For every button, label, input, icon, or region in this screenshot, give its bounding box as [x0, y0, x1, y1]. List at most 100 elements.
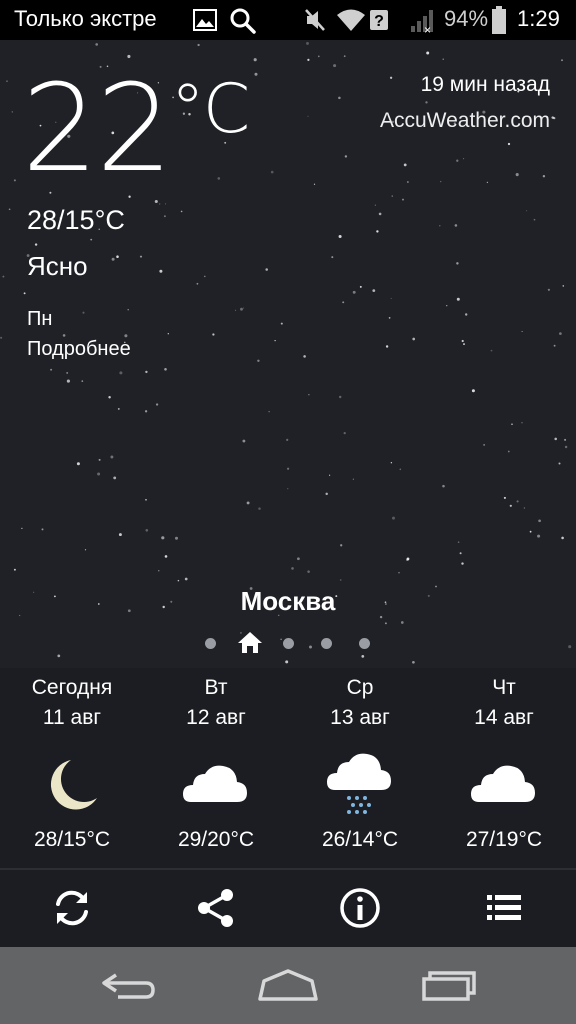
star	[6, 80, 8, 82]
weather-main[interactable]: 22°C 28/15°C Ясно Пн Подробнее 19 мин на…	[0, 40, 576, 668]
svg-text:×: ×	[424, 23, 431, 35]
star	[403, 163, 407, 167]
star	[352, 290, 356, 294]
star	[81, 380, 84, 382]
star	[359, 285, 362, 288]
star	[84, 549, 87, 551]
svg-text:?: ?	[374, 13, 384, 30]
info-icon[interactable]	[338, 886, 382, 930]
star	[285, 660, 289, 664]
star	[442, 58, 444, 60]
star	[139, 255, 143, 258]
page-indicator[interactable]	[0, 630, 576, 654]
source-link[interactable]: AccuWeather.com	[380, 109, 550, 133]
star	[286, 438, 289, 442]
star	[533, 218, 536, 221]
star	[95, 43, 99, 46]
image-icon	[193, 9, 217, 31]
home-icon[interactable]	[236, 630, 264, 654]
star	[542, 175, 546, 178]
star	[425, 101, 428, 104]
star	[561, 59, 563, 62]
star	[559, 332, 562, 335]
star	[291, 567, 294, 570]
page-dot[interactable]	[359, 638, 370, 649]
refresh-icon[interactable]	[50, 886, 94, 930]
star	[390, 462, 393, 464]
clock: 1:29	[517, 6, 560, 31]
star	[378, 212, 382, 216]
system-navigation-bar	[0, 947, 576, 1024]
star	[155, 403, 159, 406]
star	[287, 467, 290, 470]
star	[457, 541, 460, 543]
star	[490, 349, 493, 352]
star	[113, 476, 117, 480]
home-nav-icon[interactable]	[256, 967, 320, 1005]
details-link[interactable]: Подробнее	[27, 338, 131, 361]
star	[110, 455, 114, 459]
star	[307, 570, 310, 573]
star	[442, 484, 445, 488]
star	[511, 423, 513, 425]
page-dot[interactable]	[283, 638, 294, 649]
star	[456, 262, 459, 265]
star	[564, 445, 568, 449]
star	[372, 289, 376, 292]
recent-apps-icon[interactable]	[416, 967, 480, 1005]
star	[145, 370, 148, 374]
star	[119, 371, 123, 375]
star	[446, 305, 448, 307]
star	[50, 368, 53, 371]
star	[398, 572, 400, 574]
star	[145, 528, 149, 532]
star	[97, 472, 101, 476]
star	[516, 500, 519, 503]
star	[243, 307, 245, 309]
mute-icon	[305, 9, 325, 31]
no-sim-signal-icon: ×	[411, 10, 433, 35]
forecast-date: 13 авг	[330, 706, 390, 729]
temperature-value: 22	[22, 60, 173, 199]
star	[41, 528, 44, 531]
star	[529, 530, 532, 533]
star	[374, 204, 377, 206]
star	[412, 660, 415, 664]
star	[521, 330, 523, 333]
moon-icon	[50, 760, 97, 810]
star	[400, 621, 404, 624]
star	[34, 243, 38, 246]
forecast-date: 14 авг	[474, 706, 534, 729]
star	[340, 544, 343, 547]
search-icon[interactable]	[229, 7, 257, 35]
star	[175, 536, 178, 540]
star	[23, 292, 26, 295]
page-dot[interactable]	[205, 638, 216, 649]
star	[515, 173, 519, 177]
star	[145, 498, 147, 501]
star	[385, 345, 389, 348]
star	[343, 55, 346, 58]
share-icon[interactable]	[194, 886, 238, 930]
star	[554, 437, 557, 441]
star	[564, 438, 567, 441]
star	[90, 238, 93, 241]
page-dot[interactable]	[321, 638, 332, 649]
wifi-unknown-icon: ?	[370, 10, 388, 30]
star	[361, 655, 365, 658]
star	[159, 269, 163, 273]
day-label: Пн	[27, 308, 53, 330]
star	[507, 450, 510, 453]
star	[274, 339, 276, 342]
forecast-temperature: 29/20°C	[177, 828, 255, 851]
star	[258, 507, 261, 510]
star	[204, 275, 206, 278]
battery-percent: 94%	[444, 6, 489, 31]
star	[116, 255, 119, 258]
forecast-day-name: Сегодня	[31, 676, 113, 699]
weather-condition: Ясно	[27, 251, 88, 281]
star	[197, 43, 200, 47]
back-icon[interactable]	[96, 967, 160, 1005]
list-icon[interactable]	[482, 886, 526, 930]
star	[344, 155, 348, 158]
